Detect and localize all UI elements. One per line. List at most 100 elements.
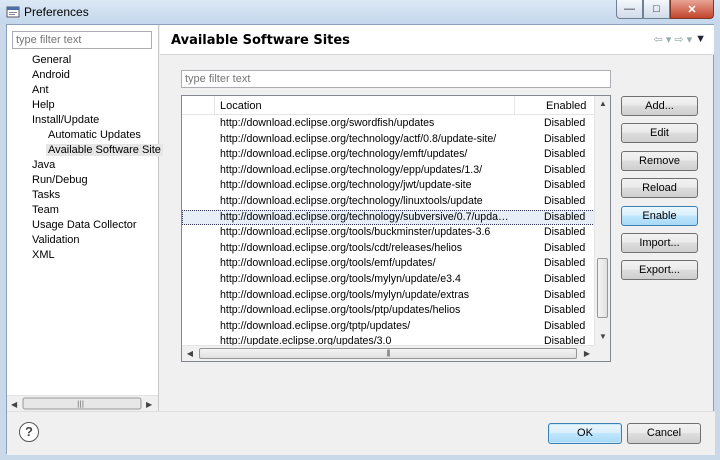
tree-horizontal-scrollbar[interactable]: ◀ ||| ▶ (7, 395, 158, 411)
preferences-icon (6, 6, 20, 18)
table-row[interactable]: http://download.eclipse.org/swordfish/up… (182, 116, 595, 132)
svg-text:▶: ▶ (146, 400, 153, 409)
back-dropdown-icon[interactable]: ▾ (666, 33, 672, 46)
site-location: http://download.eclipse.org/tptp/updates… (220, 319, 411, 332)
site-location: http://download.eclipse.org/technology/e… (220, 148, 468, 161)
history-navigation: ⇦ ▾ ⇨ ▾ ▼ (654, 33, 706, 46)
preferences-navigation: General Android Ant Help Install/Update Autom… (7, 25, 163, 411)
svg-text:|||: ||| (77, 400, 84, 408)
site-enabled-status: Disabled (544, 132, 586, 145)
tree-item-label: Automatic Updates (48, 129, 141, 141)
scroll-left-icon[interactable]: ◀ (182, 346, 198, 361)
site-location: http://download.eclipse.org/tools/ptp/up… (220, 304, 461, 317)
site-location: http://download.eclipse.org/swordfish/up… (220, 117, 435, 129)
dialog-button-bar: ? OK Cancel (7, 411, 715, 455)
site-location: http://download.eclipse.org/technology/s… (220, 210, 510, 223)
scroll-down-icon[interactable]: ▼ (595, 329, 610, 345)
table-vertical-scrollbar[interactable]: ▲ ▼ (594, 96, 610, 345)
sites-filter-input[interactable] (181, 70, 611, 88)
site-location: http://download.eclipse.org/technology/l… (220, 194, 483, 207)
table-row[interactable]: http://download.eclipse.org/tools/ptp/up… (182, 303, 595, 319)
tree-item[interactable]: Run/Debug (7, 173, 158, 188)
tree-item[interactable]: Help (7, 98, 158, 113)
import-sites-button[interactable]: Import... (621, 232, 698, 253)
maximize-button[interactable]: □ (643, 0, 670, 19)
reload-site-button[interactable]: Reload (621, 178, 698, 199)
location-column-header[interactable]: Location (220, 100, 262, 112)
column-divider[interactable] (514, 96, 515, 115)
site-enabled-status: Disabled (544, 288, 586, 301)
tree-item-label: General (32, 54, 72, 66)
dialog-client: General Android Ant Help Install/Update Autom… (6, 24, 715, 455)
table-horizontal-scrollbar[interactable]: ◀ ||| ▶ (182, 345, 595, 361)
export-sites-button[interactable]: Export... (621, 260, 698, 281)
site-location: http://download.eclipse.org/technology/j… (220, 179, 472, 192)
add-site-button[interactable]: Add... (621, 96, 698, 116)
maximize-icon: □ (653, 3, 660, 15)
site-location: http://download.eclipse.org/tools/mylyn/… (220, 288, 470, 301)
svg-text:◀: ◀ (11, 400, 18, 409)
site-location: http://download.eclipse.org/tools/cdt/re… (220, 241, 463, 254)
edit-site-button[interactable]: Edit (621, 123, 698, 144)
scroll-right-icon[interactable]: ▶ (579, 346, 595, 361)
site-enabled-status: Disabled (544, 117, 586, 129)
tree-item[interactable]: XML (7, 248, 158, 263)
tree-item-label: Team (32, 204, 59, 216)
table-row[interactable]: http://download.eclipse.org/tools/mylyn/… (182, 272, 595, 288)
tree-item[interactable]: Android (7, 68, 158, 83)
site-enabled-status: Disabled (544, 319, 586, 332)
window-title: Preferences (24, 5, 89, 19)
site-enabled-status: Disabled (544, 163, 586, 176)
back-arrow-icon[interactable]: ⇦ (654, 33, 663, 46)
minimize-button[interactable]: — (616, 0, 643, 19)
close-button[interactable]: ✕ (670, 0, 714, 19)
help-icon[interactable]: ? (19, 422, 39, 442)
tree-item[interactable]: Install/Update (7, 113, 158, 128)
view-menu-icon[interactable]: ▼ (695, 33, 706, 46)
tree-item[interactable]: Automatic Updates (7, 128, 158, 143)
tree-item[interactable]: Usage Data Collector (7, 218, 158, 233)
tree-item-label: Android (32, 69, 70, 81)
cancel-button[interactable]: Cancel (627, 423, 701, 444)
table-row[interactable]: http://download.eclipse.org/tptp/updates… (182, 319, 595, 335)
table-row[interactable]: http://download.eclipse.org/tools/mylyn/… (182, 288, 595, 304)
site-location: http://download.eclipse.org/technology/e… (220, 163, 483, 176)
table-row[interactable]: http://download.eclipse.org/tools/cdt/re… (182, 241, 595, 257)
tree-item-label: Run/Debug (32, 174, 88, 186)
tree-filter-input[interactable] (12, 31, 152, 49)
forward-arrow-icon[interactable]: ⇨ (674, 33, 683, 46)
vertical-scroll-thumb[interactable] (597, 258, 608, 318)
table-row[interactable]: http://download.eclipse.org/technology/j… (182, 178, 595, 194)
forward-dropdown-icon[interactable]: ▾ (687, 33, 693, 46)
checkbox-column-header[interactable] (182, 96, 215, 115)
sites-table: Location Enabled http://download.eclipse… (181, 95, 611, 362)
table-row[interactable]: http://download.eclipse.org/technology/e… (182, 163, 595, 179)
tree-item[interactable]: Available Software Site (7, 143, 163, 158)
tree-item[interactable]: Ant (7, 83, 158, 98)
enabled-column-header[interactable]: Enabled (546, 100, 586, 112)
site-location: http://download.eclipse.org/tools/mylyn/… (220, 272, 461, 285)
tree-item[interactable]: Validation (7, 233, 158, 248)
tree-item-label: Validation (32, 234, 80, 246)
scroll-up-icon[interactable]: ▲ (595, 96, 610, 112)
site-location: http://download.eclipse.org/tools/buckmi… (220, 226, 491, 239)
tree-item-label: XML (32, 249, 55, 261)
tree-item[interactable]: Tasks (7, 188, 158, 203)
preferences-tree: General Android Ant Help Install/Update Autom… (7, 53, 163, 263)
table-row[interactable]: http://download.eclipse.org/technology/e… (182, 147, 595, 163)
site-actions: Add... Edit Remove Reload Enable Import.… (621, 96, 699, 288)
table-row[interactable]: http://download.eclipse.org/technology/s… (182, 209, 595, 226)
table-row[interactable]: http://download.eclipse.org/tools/emf/up… (182, 256, 595, 272)
table-row[interactable]: http://download.eclipse.org/technology/l… (182, 194, 595, 210)
remove-site-button[interactable]: Remove (621, 150, 698, 171)
table-row[interactable]: http://download.eclipse.org/technology/a… (182, 132, 595, 148)
ok-button[interactable]: OK (548, 423, 622, 444)
enable-site-button[interactable]: Enable (621, 205, 698, 226)
horizontal-scroll-thumb[interactable]: ||| (199, 348, 577, 359)
tree-item[interactable]: Java (7, 158, 158, 173)
page-header: Available Software Sites ⇦ ▾ ⇨ ▾ ▼ (160, 25, 714, 55)
tree-item-label: Tasks (32, 189, 61, 201)
table-row[interactable]: http://download.eclipse.org/tools/buckmi… (182, 225, 595, 241)
tree-item[interactable]: General (7, 53, 158, 68)
tree-item[interactable]: Team (7, 203, 158, 218)
